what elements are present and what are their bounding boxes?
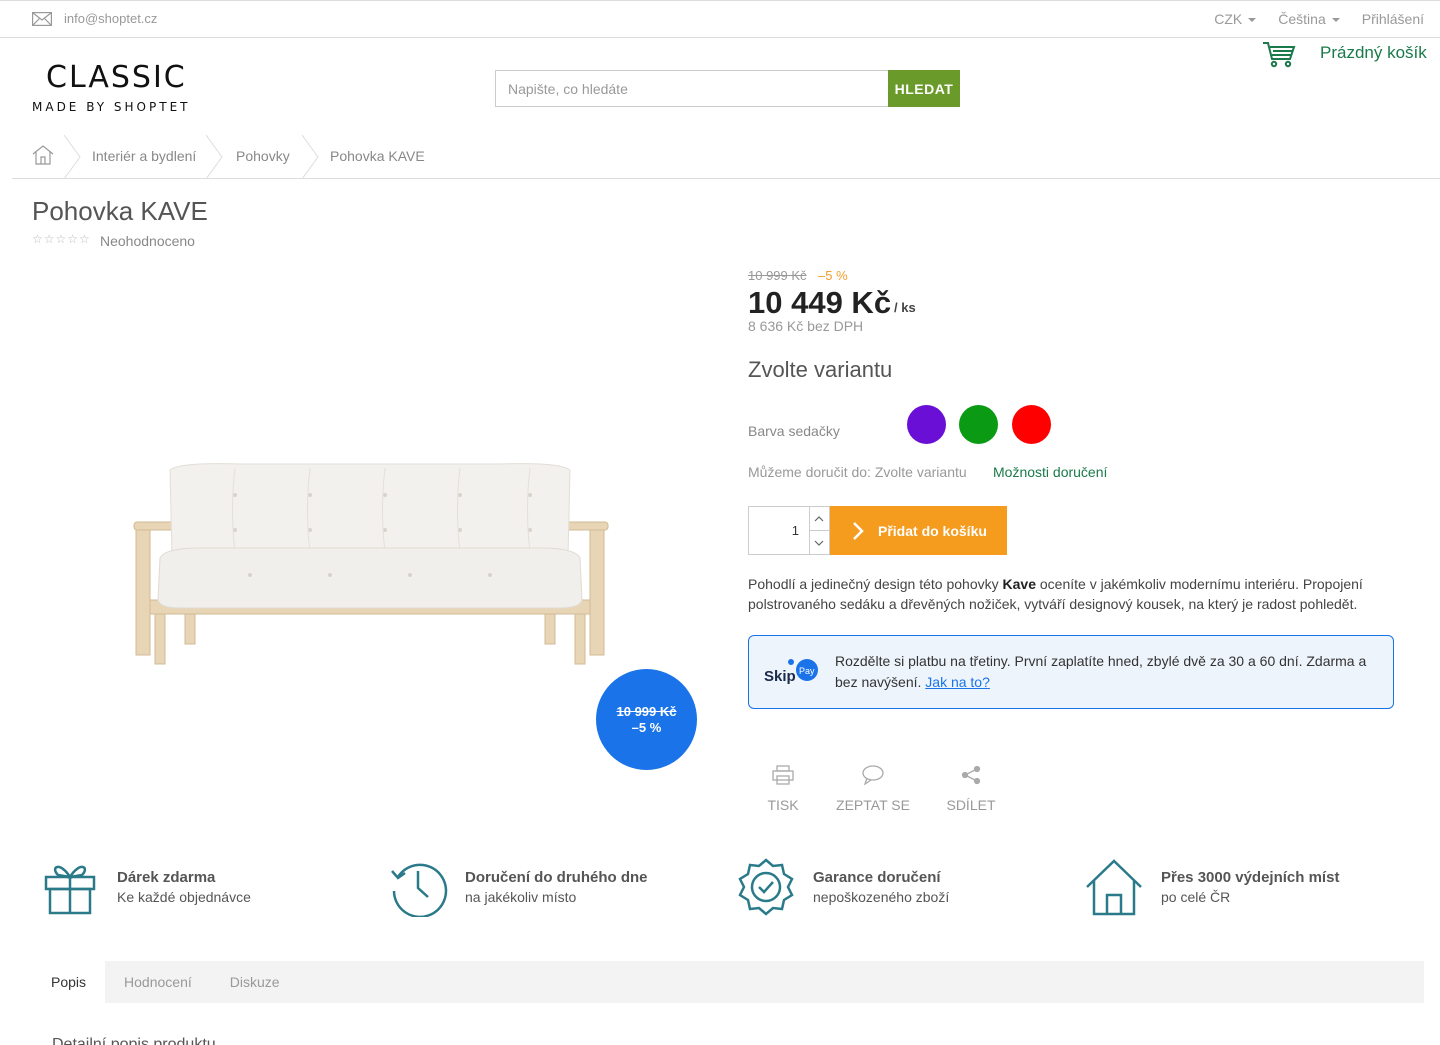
share-label: SDÍLET: [946, 797, 996, 813]
price-unit: / ks: [894, 300, 916, 315]
desc-text: Pohodlí a jedinečný design této pohovky: [748, 576, 1003, 592]
quantity-decrease-button[interactable]: [809, 530, 830, 555]
breadcrumb-separator: [205, 135, 223, 179]
delivery-options-link[interactable]: Možnosti doručení: [993, 464, 1107, 480]
quantity-input[interactable]: 1: [748, 506, 810, 555]
benefit-subtitle: po celé ČR: [1161, 889, 1231, 905]
benefit-subtitle: na jakékoliv místo: [465, 889, 577, 905]
discount-badge: 10 999 Kč –5 %: [596, 669, 697, 770]
login-link[interactable]: Přihlášení: [1362, 11, 1424, 27]
badge-check-icon: [738, 858, 794, 916]
product-image[interactable]: [120, 440, 620, 680]
add-to-cart-label: Přidat do košíku: [878, 522, 987, 539]
currency-label: CZK: [1214, 11, 1243, 27]
skippay-banner: Skip Pay Rozdělte si platbu na třetiny. …: [748, 635, 1394, 709]
share-button[interactable]: SDÍLET: [931, 765, 1011, 813]
skippay-text: Rozdělte si platbu na třetiny. První zap…: [835, 651, 1375, 693]
home-icon[interactable]: [32, 144, 54, 166]
breadcrumb: Interiér a bydlení Pohovky Pohovka KAVE: [12, 135, 1440, 179]
search-input[interactable]: Napište, co hledáte: [495, 70, 889, 107]
desc-bold: Kave: [1002, 576, 1036, 592]
breadcrumb-separator: [63, 135, 81, 179]
speech-bubble-icon: [862, 765, 884, 785]
chevron-down-icon: [814, 540, 824, 546]
badge-old-price: 10 999 Kč: [616, 703, 677, 719]
old-price: 10 999 Kč: [748, 268, 807, 283]
language-label: Čeština: [1278, 11, 1326, 27]
swatch-red[interactable]: [1012, 405, 1051, 444]
rating-stars[interactable]: ☆☆☆☆☆: [32, 232, 91, 246]
product-tabs: Popis Hodnocení Diskuze: [32, 961, 1424, 1003]
price-without-vat: 8 636 Kč bez DPH: [748, 318, 864, 334]
gift-icon: [44, 865, 96, 915]
share-icon: [961, 765, 981, 785]
chevron-up-icon: [814, 515, 824, 521]
badge-discount: –5 %: [631, 719, 662, 735]
price: 10 449 Kč: [748, 285, 892, 320]
swatch-purple[interactable]: [907, 405, 946, 444]
chevron-down-icon: [1248, 18, 1257, 23]
tab-description[interactable]: Popis: [32, 961, 106, 1003]
breadcrumb-item-current: Pohovka KAVE: [330, 148, 425, 164]
search-button[interactable]: HLEDAT: [888, 70, 960, 107]
benefit-subtitle: Ke každé objednávce: [117, 889, 251, 905]
print-label: TISK: [767, 797, 799, 813]
mail-icon: [32, 12, 52, 26]
add-to-cart-button[interactable]: Přidat do košíku: [830, 506, 1007, 555]
ask-label: ZEPTAT SE: [836, 797, 910, 813]
delivery-text: Můžeme doručit do: Zvolte variantu: [748, 464, 967, 480]
tab-discussion[interactable]: Diskuze: [211, 961, 299, 1003]
logo-title[interactable]: CLASSIC: [46, 60, 187, 95]
chevron-right-icon: [853, 521, 864, 540]
breadcrumb-separator: [301, 135, 319, 179]
page-title: Pohovka KAVE: [32, 196, 208, 226]
house-icon: [1086, 859, 1142, 916]
benefit-title: Doručení do druhého dne: [465, 869, 648, 886]
benefit-title: Garance doručení: [813, 869, 941, 886]
skippay-message: Rozdělte si platbu na třetiny. První zap…: [835, 653, 1367, 690]
top-bar: info@shoptet.cz CZK Čeština Přihlášení: [0, 0, 1440, 38]
description-heading: Detailní popis produktu: [52, 1036, 216, 1045]
print-button[interactable]: TISK: [743, 765, 823, 813]
product-short-description: Pohodlí a jedinečný design této pohovky …: [748, 574, 1388, 614]
benefit-subtitle: nepoškozeného zboží: [813, 889, 950, 905]
language-selector[interactable]: Čeština: [1278, 11, 1340, 27]
swatch-green[interactable]: [959, 405, 998, 444]
variant-label: Barva sedačky: [748, 423, 840, 439]
skippay-how-link[interactable]: Jak na to?: [925, 674, 990, 690]
benefit-title: Dárek zdarma: [117, 869, 216, 886]
top-nav: CZK Čeština Přihlášení: [1214, 11, 1424, 27]
printer-icon: [772, 765, 794, 785]
logo-subtitle[interactable]: MADE BY SHOPTET: [32, 100, 190, 114]
variant-heading: Zvolte variantu: [748, 357, 893, 382]
contact-email-link[interactable]: info@shoptet.cz: [64, 11, 157, 26]
chevron-down-icon: [1331, 18, 1340, 23]
benefit-title: Přes 3000 výdejních míst: [1161, 869, 1340, 886]
currency-selector[interactable]: CZK: [1214, 11, 1257, 27]
cart-label[interactable]: Prázdný košík: [1320, 43, 1427, 63]
discount-percent: –5 %: [818, 268, 848, 283]
skippay-logo: Skip Pay: [764, 659, 818, 685]
breadcrumb-item-interior[interactable]: Interiér a bydlení: [92, 148, 196, 164]
tab-reviews[interactable]: Hodnocení: [105, 961, 211, 1003]
quantity-increase-button[interactable]: [809, 506, 830, 531]
ask-button[interactable]: ZEPTAT SE: [833, 765, 913, 813]
svg-text:Skip: Skip: [764, 668, 796, 685]
rating-text: Neohodnoceno: [100, 233, 195, 249]
breadcrumb-item-sofas[interactable]: Pohovky: [236, 148, 290, 164]
clock-history-icon: [391, 863, 448, 917]
cart-icon[interactable]: [1262, 40, 1296, 68]
svg-text:Pay: Pay: [799, 666, 815, 676]
